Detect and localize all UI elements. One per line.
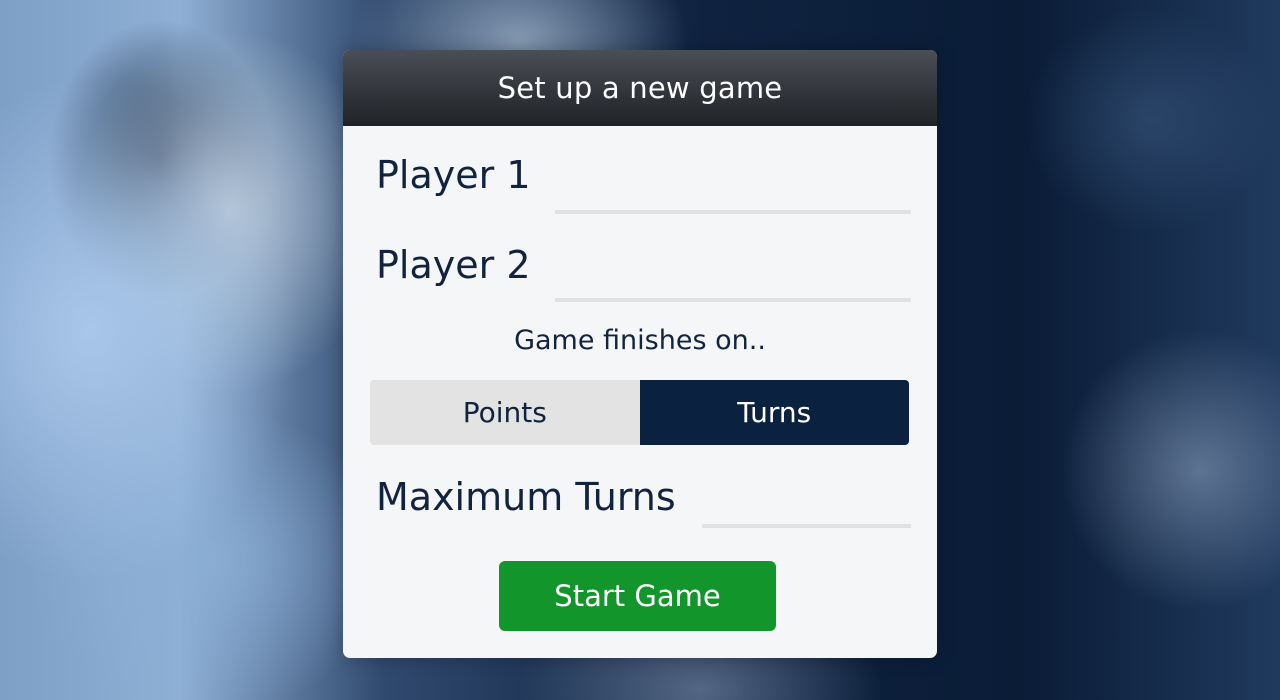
turns-option[interactable]: Turns (639, 380, 909, 445)
player1-input[interactable] (555, 164, 911, 214)
max-turns-input[interactable] (702, 478, 911, 528)
player1-row: Player 1 (343, 126, 937, 216)
player2-row: Player 2 (343, 216, 937, 306)
max-turns-label: Maximum Turns (376, 475, 676, 519)
new-game-dialog: Set up a new game Player 1 Player 2 Game… (343, 50, 937, 658)
dialog-title: Set up a new game (343, 50, 937, 126)
max-turns-row: Maximum Turns (343, 470, 937, 540)
player2-label: Player 2 (376, 243, 531, 287)
finish-mode-toggle: Points Turns (370, 380, 909, 445)
points-option[interactable]: Points (370, 380, 640, 445)
game-finishes-label: Game finishes on.. (514, 325, 766, 356)
start-game-button[interactable]: Start Game (499, 561, 776, 631)
player2-input[interactable] (555, 252, 911, 302)
player1-label: Player 1 (376, 153, 531, 197)
